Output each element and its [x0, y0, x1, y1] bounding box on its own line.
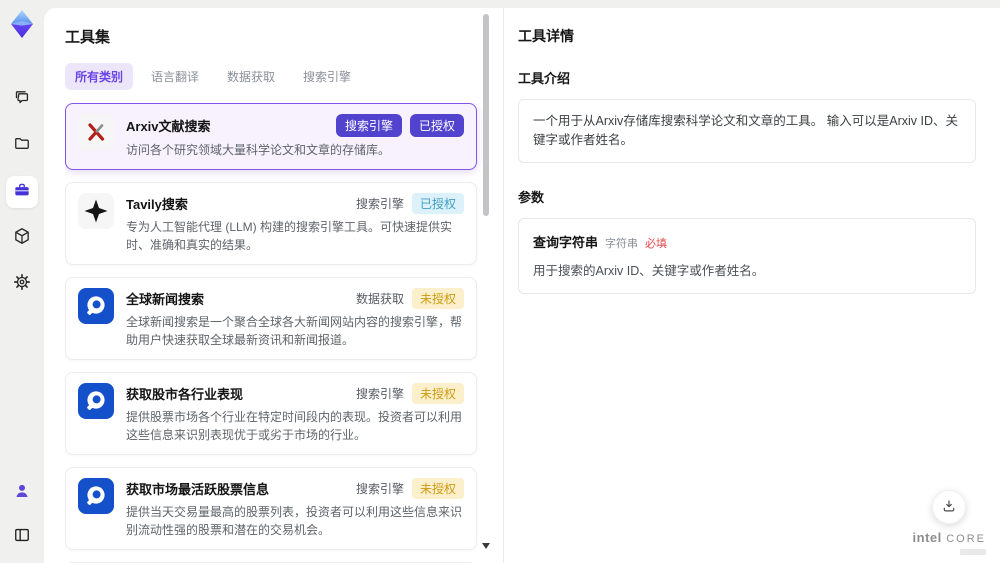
app-sidebar	[0, 0, 44, 563]
detail-title: 工具详情	[518, 28, 574, 44]
tool-title: 全球新闻搜索	[126, 292, 205, 307]
tool-title: 获取市场最活跃股票信息	[126, 482, 270, 497]
tool-title: Arxiv文献搜索	[126, 119, 211, 134]
corner-widgets: intel CORE	[913, 490, 986, 555]
download-button[interactable]	[932, 490, 967, 525]
scrollbar-thumb[interactable]	[483, 14, 489, 216]
tab-all-categories[interactable]: 所有类别	[65, 63, 134, 90]
tool-card-stock-sector[interactable]: 获取股市各行业表现 搜索引擎 未授权 提供股票市场各个行业在特定时间段内的表现。…	[65, 372, 477, 455]
tool-description: 专为人工智能代理 (LLM) 构建的搜索引擎工具。可快速提供实时、准确和真实的结…	[126, 220, 453, 252]
list-scrollbar[interactable]	[482, 12, 490, 563]
sidebar-item-chat[interactable]	[6, 84, 38, 116]
main-panel: 工具集 所有类别 语言翻译 数据获取 搜索引擎 Arxiv文献搜索 搜索引擎 已…	[44, 8, 1000, 563]
category-tabs: 所有类别 语言翻译 数据获取 搜索引擎	[65, 63, 503, 90]
category-badge: 搜索引擎	[335, 114, 402, 137]
chat-icon	[12, 88, 32, 113]
intel-product-text: CORE	[946, 533, 986, 546]
param-required-badge: 必填	[645, 237, 668, 250]
tool-description: 提供股票市场各个行业在特定时间段内的表现。投资者可以利用这些信息来识别表现优于或…	[126, 410, 463, 442]
tab-search-engine[interactable]: 搜索引擎	[293, 63, 361, 90]
tavily-icon	[78, 193, 114, 229]
tool-list: Arxiv文献搜索 搜索引擎 已授权 访问各个研究领域大量科学论文和文章的存储库…	[65, 103, 503, 563]
tool-title: 获取股市各行业表现	[126, 387, 244, 402]
tool-card-arxiv[interactable]: Arxiv文献搜索 搜索引擎 已授权 访问各个研究领域大量科学论文和文章的存储库…	[65, 103, 477, 170]
tool-card-active-stocks[interactable]: 获取市场最活跃股票信息 搜索引擎 未授权 提供当天交易量最高的股票列表，投资者可…	[65, 467, 477, 550]
tool-description: 提供当天交易量最高的股票列表，投资者可以利用这些信息来识别流动性强的股票和潜在的…	[126, 505, 463, 537]
auth-badge: 未授权	[411, 288, 464, 309]
cube-icon	[12, 226, 32, 251]
param-card: 查询字符串 字符串 必填 用于搜索的Arxiv ID、关键字或作者姓名。	[518, 217, 976, 294]
param-description: 用于搜索的Arxiv ID、关键字或作者姓名。	[533, 263, 765, 278]
sidebar-item-collapse[interactable]	[6, 521, 38, 553]
scroll-down-icon[interactable]	[482, 543, 490, 549]
tool-intro-text: 一个用于从Arxiv存储库搜索科学论文和文章的工具。 输入可以是Arxiv ID…	[518, 99, 976, 163]
gear-icon	[12, 272, 32, 297]
tab-language-translation[interactable]: 语言翻译	[141, 63, 209, 90]
app-root: 工具集 所有类别 语言翻译 数据获取 搜索引擎 Arxiv文献搜索 搜索引擎 已…	[0, 0, 1000, 563]
stock-sector-icon	[78, 383, 114, 419]
tab-data-acquisition[interactable]: 数据获取	[217, 63, 285, 90]
tool-detail-pane: 工具详情 工具介绍 一个用于从Arxiv存储库搜索科学论文和文章的工具。 输入可…	[503, 8, 1000, 563]
tool-list-pane: 工具集 所有类别 语言翻译 数据获取 搜索引擎 Arxiv文献搜索 搜索引擎 已…	[44, 8, 503, 563]
sidebar-nav	[6, 84, 38, 300]
intro-heading: 工具介绍	[518, 71, 571, 86]
tool-description: 全球新闻搜索是一个聚合全球各大新闻网站内容的搜索引擎，帮助用户快速获取全球最新资…	[126, 315, 463, 347]
intel-brand-text: intel	[912, 530, 942, 546]
category-badge: 搜索引擎	[355, 387, 404, 401]
auth-badge: 已授权	[411, 193, 464, 214]
tool-card-tavily[interactable]: Tavily搜索 搜索引擎 已授权 专为人工智能代理 (LLM) 构建的搜索引擎…	[65, 182, 477, 265]
active-stocks-icon	[78, 478, 114, 514]
sidebar-item-packages[interactable]	[6, 222, 38, 254]
download-icon	[941, 498, 957, 517]
global-news-icon	[78, 288, 114, 324]
auth-badge: 已授权	[409, 114, 464, 137]
intel-core-logo: intel CORE	[913, 529, 986, 555]
intel-sub-mark	[960, 549, 986, 555]
param-type: 字符串	[605, 237, 639, 250]
sidebar-item-tools[interactable]	[6, 176, 38, 208]
page-title: 工具集	[65, 29, 111, 46]
toolbox-icon	[12, 180, 32, 205]
app-logo-icon	[6, 8, 38, 40]
auth-badge: 未授权	[411, 478, 464, 499]
tool-title: Tavily搜索	[126, 197, 188, 212]
params-heading: 参数	[518, 189, 545, 205]
category-badge: 搜索引擎	[355, 197, 404, 211]
user-avatar-icon	[12, 481, 32, 506]
category-badge: 数据获取	[355, 292, 404, 306]
arxiv-icon	[78, 114, 114, 150]
collapse-panel-icon	[12, 525, 32, 550]
sidebar-item-settings[interactable]	[6, 268, 38, 300]
sidebar-item-account[interactable]	[6, 477, 38, 509]
auth-badge: 未授权	[411, 383, 464, 404]
folder-icon	[12, 134, 32, 159]
category-badge: 搜索引擎	[355, 482, 404, 496]
param-name: 查询字符串	[533, 234, 599, 250]
tool-description: 访问各个研究领域大量科学论文和文章的存储库。	[126, 143, 391, 157]
sidebar-item-files[interactable]	[6, 130, 38, 162]
tool-card-global-news[interactable]: 全球新闻搜索 数据获取 未授权 全球新闻搜索是一个聚合全球各大新闻网站内容的搜索…	[65, 277, 477, 360]
